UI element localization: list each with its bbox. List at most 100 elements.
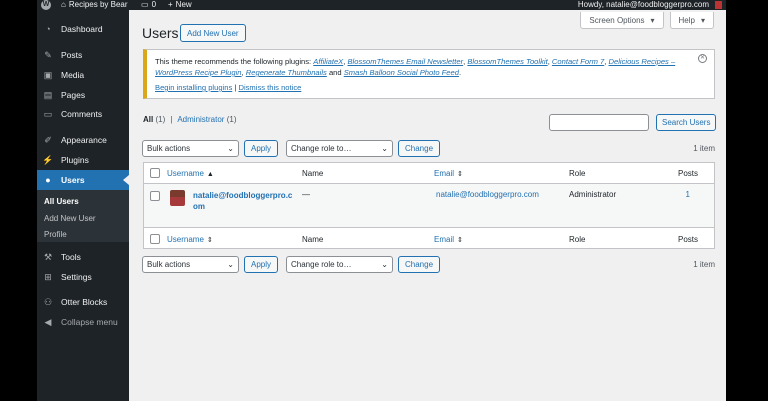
dashboard-icon: ◔ — [45, 24, 51, 34]
chevron-down-icon: ⌄ — [227, 260, 234, 269]
table-footer: Username ⇕ Name Email ⇕ Role Posts — [144, 229, 714, 250]
sidebar-item-appearance[interactable]: ✐ Appearance — [37, 130, 129, 150]
pin-icon: ✎ — [44, 49, 52, 60]
add-new-user-button[interactable]: Add New User — [180, 24, 246, 42]
sidebar-item-posts[interactable]: ✎ Posts — [37, 45, 129, 65]
screen-options-button[interactable]: Screen Options ▾ — [580, 12, 664, 29]
plugin-link-blossom-toolkit[interactable]: BlossomThemes Toolkit — [467, 57, 547, 66]
sort-icon: ⇕ — [206, 237, 213, 244]
column-role-footer: Role — [569, 235, 586, 244]
change-role-button[interactable]: Change — [398, 140, 441, 157]
page-icon: ▤ — [43, 89, 53, 100]
chevron-down-icon: ⌄ — [227, 144, 234, 153]
user-name: — — [302, 190, 310, 199]
column-name-footer: Name — [302, 235, 324, 244]
comments-link[interactable]: ▭ 0 — [141, 0, 156, 10]
bulk-actions-select-bottom[interactable]: Bulk actions ⌄ — [142, 256, 239, 273]
otter-icon: ⚇ — [43, 296, 53, 307]
user-role: Administrator — [569, 190, 617, 199]
column-username[interactable]: Username ▲ — [167, 169, 214, 178]
sidebar-item-settings[interactable]: ⊞ Settings — [37, 267, 129, 287]
admin-sidebar: ◔ Dashboard ✎ Posts ▣ Media ▤ Pages ▭ Co… — [37, 10, 129, 401]
select-all-checkbox-footer[interactable] — [150, 234, 160, 244]
submenu-add-new-user[interactable]: Add New User — [44, 214, 96, 223]
email-link[interactable]: natalie@foodbloggerpro.com — [436, 190, 539, 199]
change-role-select[interactable]: Change role to… ⌄ — [286, 140, 393, 157]
caret-down-icon: ▾ — [650, 15, 655, 25]
sidebar-item-otter-blocks[interactable]: ⚇ Otter Blocks — [37, 292, 129, 312]
select-all-checkbox[interactable] — [150, 168, 160, 178]
account-menu[interactable]: Howdy, natalie@foodbloggerpro.com — [578, 0, 722, 10]
plugin-link-contact-form-7[interactable]: Contact Form 7 — [552, 57, 604, 66]
change-role-button-bottom[interactable]: Change — [398, 256, 441, 273]
sort-icon: ⇕ — [457, 237, 463, 244]
column-posts-footer: Posts — [677, 235, 698, 244]
bulk-actions-select[interactable]: Bulk actions ⌄ — [142, 140, 239, 157]
collapse-icon: ◀ — [44, 316, 52, 327]
submenu-profile[interactable]: Profile — [44, 230, 67, 239]
filter-all[interactable]: All — [143, 115, 153, 124]
help-button[interactable]: Help ▾ — [669, 12, 714, 29]
page-title: Users — [142, 25, 179, 41]
new-content-link[interactable]: + New — [168, 0, 192, 10]
sidebar-item-pages[interactable]: ▤ Pages — [37, 85, 129, 105]
close-icon[interactable]: ✕ — [698, 54, 707, 63]
plugin-link-smash-balloon[interactable]: Smash Balloon Social Photo Feed — [344, 68, 459, 77]
begin-installing-link[interactable]: Begin installing plugins — [155, 83, 232, 92]
filter-administrator[interactable]: Administrator — [177, 115, 224, 124]
sidebar-item-tools[interactable]: ⚒ Tools — [37, 247, 129, 267]
plugin-link-affiliatex[interactable]: AffiliateX — [313, 57, 343, 66]
row-checkbox[interactable] — [150, 191, 160, 201]
column-role: Role — [569, 169, 586, 178]
user-role-filter: All (1) | Administrator (1) — [143, 115, 237, 124]
settings-icon: ⊞ — [44, 271, 52, 282]
media-icon: ▣ — [43, 69, 53, 80]
item-count-bottom: 1 item — [693, 260, 715, 269]
site-name-link[interactable]: ⌂ Recipes by Bear — [61, 0, 128, 10]
sidebar-item-media[interactable]: ▣ Media — [37, 65, 129, 85]
browser-frame: W ⌂ Recipes by Bear ▭ 0 + New Howdy, nat… — [37, 0, 726, 401]
column-posts: Posts — [677, 169, 698, 178]
users-submenu: All Users Add New User Profile — [37, 190, 129, 242]
search-users-button[interactable]: Search Users — [656, 114, 717, 131]
username-link[interactable]: natalie@foodbloggerpro.c om — [193, 190, 292, 212]
column-username-footer[interactable]: Username ⇕ — [167, 235, 213, 244]
avatar — [170, 190, 185, 206]
user-icon: ● — [45, 175, 51, 185]
posts-count-link[interactable]: 1 — [686, 190, 690, 199]
notice-actions: Begin installing plugins | Dismiss this … — [155, 83, 302, 92]
sidebar-item-plugins[interactable]: ⚡ Plugins — [37, 150, 129, 170]
plugin-link-regenerate-thumbnails[interactable]: Regenerate Thumbnails — [246, 68, 327, 77]
column-name: Name — [302, 169, 324, 178]
chevron-down-icon: ⌄ — [381, 144, 388, 153]
users-table: Username ▲ Name Email ⇕ Role Posts natalie… — [143, 162, 715, 249]
apply-button[interactable]: Apply — [244, 140, 279, 157]
admin-bar: W ⌂ Recipes by Bear ▭ 0 + New Howdy, nat… — [37, 0, 726, 10]
apply-button-bottom[interactable]: Apply — [244, 256, 279, 273]
dismiss-notice-link[interactable]: Dismiss this notice — [238, 83, 301, 92]
plus-icon: + — [168, 0, 173, 9]
plugin-icon: ⚡ — [42, 154, 54, 165]
plugin-notice: This theme recommends the following plug… — [143, 49, 715, 99]
table-row: natalie@foodbloggerpro.c om — natalie@foo… — [144, 184, 714, 228]
search-input[interactable] — [549, 114, 649, 131]
sidebar-item-comments[interactable]: ▭ Comments — [37, 104, 129, 124]
sidebar-item-users[interactable]: ● Users — [37, 170, 129, 190]
comment-bubble-icon: ▭ — [141, 0, 149, 9]
plugin-link-blossom-newsletter[interactable]: BlossomThemes Email Newsletter — [347, 57, 463, 66]
avatar-small — [715, 1, 722, 9]
sidebar-item-dashboard[interactable]: ◔ Dashboard — [37, 19, 129, 39]
wordpress-logo-icon[interactable]: W — [41, 0, 51, 10]
change-role-select-bottom[interactable]: Change role to… ⌄ — [286, 256, 393, 273]
wrench-icon: ⚒ — [43, 251, 53, 262]
screen-meta-links: Screen Options ▾ Help ▾ — [580, 12, 714, 29]
column-email[interactable]: Email ⇕ — [434, 169, 463, 178]
column-email-footer[interactable]: Email ⇕ — [434, 235, 463, 244]
home-icon: ⌂ — [61, 0, 66, 9]
table-header: Username ▲ Name Email ⇕ Role Posts — [144, 163, 714, 184]
comment-icon: ▭ — [43, 108, 53, 119]
collapse-menu-button[interactable]: ◀ Collapse menu — [37, 312, 129, 332]
item-count: 1 item — [693, 144, 715, 153]
main-content: Screen Options ▾ Help ▾ Users Add New Us… — [129, 10, 726, 401]
submenu-all-users[interactable]: All Users — [44, 197, 79, 206]
